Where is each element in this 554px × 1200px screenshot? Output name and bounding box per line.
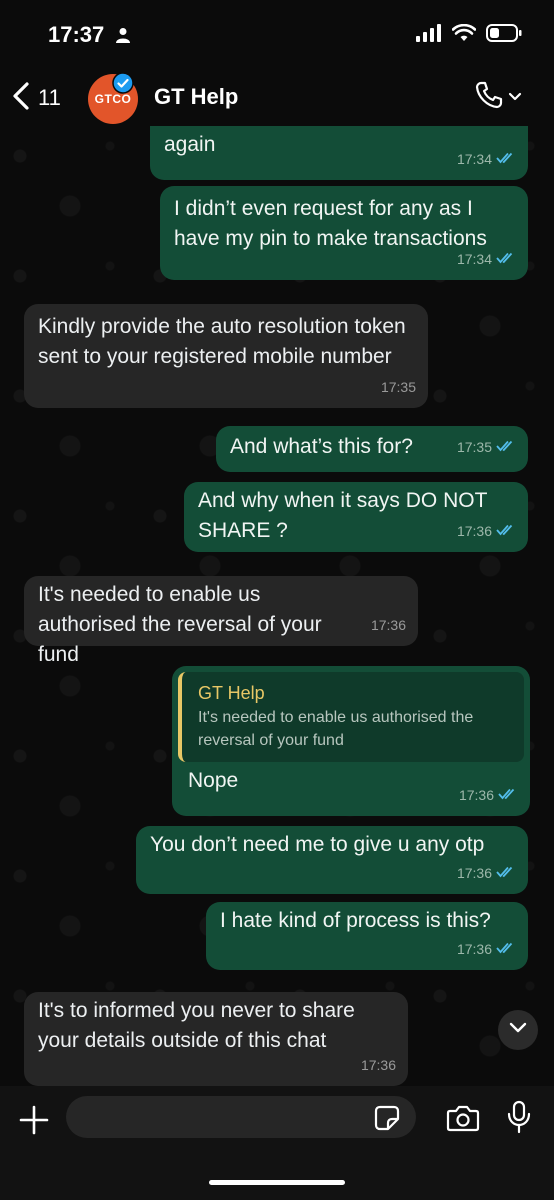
read-ticks-icon	[496, 858, 516, 888]
message-time: 17:36	[456, 865, 492, 881]
quoted-message[interactable]: GT Help It's needed to enable us authori…	[178, 672, 524, 762]
message-text: It's needed to enable us authorised the …	[38, 583, 322, 666]
message-meta: 17:36	[459, 780, 518, 810]
signal-icon	[416, 24, 442, 47]
message-time: 17:34	[456, 251, 492, 267]
message-bubble[interactable]: Token has expired since over 1yrs again …	[150, 126, 528, 180]
reply-message-bubble[interactable]: GT Help It's needed to enable us authori…	[172, 666, 530, 816]
unread-count: 11	[38, 85, 61, 110]
person-icon	[116, 27, 130, 48]
avatar-logo-text: GTCO	[94, 92, 132, 106]
message-bubble[interactable]: It's to informed you never to share your…	[24, 992, 408, 1086]
message-meta: 17:35	[381, 372, 416, 402]
read-ticks-icon	[496, 144, 516, 174]
message-meta: 17:36	[457, 516, 516, 546]
message-meta: 17:34	[457, 244, 516, 274]
message-time: 17:35	[380, 379, 416, 395]
message-time: 17:36	[456, 941, 492, 957]
back-chevron-icon	[10, 81, 32, 116]
message-meta: 17:36	[361, 1050, 396, 1080]
message-text: Token has expired since over 1yrs again	[164, 133, 216, 156]
message-meta: 17:34	[457, 144, 516, 174]
message-input[interactable]	[66, 1096, 416, 1138]
read-ticks-icon	[496, 934, 516, 964]
read-ticks-icon	[498, 780, 518, 810]
message-meta: 17:35	[457, 432, 516, 462]
message-text: And what’s this for?	[230, 435, 413, 458]
contact-name[interactable]: GT Help	[154, 84, 238, 110]
read-ticks-icon	[496, 516, 516, 546]
battery-icon	[486, 24, 522, 47]
wifi-icon	[451, 23, 477, 47]
plus-icon[interactable]	[18, 1104, 50, 1136]
message-bubble[interactable]: And why when it says DO NOT SHARE ? 17:3…	[184, 482, 528, 552]
phone-icon	[474, 80, 504, 115]
message-bubble[interactable]: And what’s this for? 17:35	[216, 426, 528, 472]
message-bubble[interactable]: It's needed to enable us authorised the …	[24, 576, 418, 666]
message-text: Nope	[188, 769, 239, 792]
call-button[interactable]	[474, 80, 522, 115]
message-bubble[interactable]: You don’t need me to give u any otp 17:3…	[136, 826, 528, 894]
composer-bar	[0, 1086, 554, 1200]
message-list[interactable]: Token has expired since over 1yrs again …	[0, 126, 554, 1086]
message-text: You don’t need me to give u any otp	[150, 833, 485, 856]
message-text: It's to informed you never to share your…	[38, 999, 355, 1052]
message-time: 17:36	[458, 787, 494, 803]
message-text: And why when it says DO NOT SHARE ?	[198, 489, 488, 542]
quoted-author: GT Help	[198, 683, 265, 703]
status-indicators	[416, 23, 522, 47]
scroll-to-bottom-button[interactable]	[498, 1010, 538, 1050]
message-meta: 17:36	[457, 858, 516, 888]
back-button[interactable]: 11	[10, 78, 61, 118]
home-indicator	[209, 1180, 345, 1185]
status-time: 17:37	[48, 22, 105, 47]
message-time: 17:36	[456, 523, 492, 539]
microphone-icon[interactable]	[506, 1100, 532, 1139]
message-meta: 17:36	[371, 610, 406, 640]
message-bubble[interactable]: Kindly provide the auto resolution token…	[24, 304, 428, 408]
chat-header: 11 GTCO GT Help	[0, 70, 554, 126]
message-bubble[interactable]: I hate kind of process is this? 17:36	[206, 902, 528, 970]
message-text: I hate kind of process is this?	[220, 909, 491, 932]
verified-badge-icon	[112, 72, 134, 94]
message-time: 17:35	[456, 439, 492, 455]
read-ticks-icon	[496, 432, 516, 462]
quoted-text: It's needed to enable us authorised the …	[198, 709, 474, 749]
chevron-down-icon	[508, 89, 522, 107]
message-text: I didn’t even request for any as I have …	[174, 197, 487, 250]
camera-icon[interactable]	[446, 1104, 480, 1137]
read-ticks-icon	[496, 244, 516, 274]
message-time: 17:34	[456, 151, 492, 167]
message-time: 17:36	[370, 617, 406, 633]
message-time: 17:36	[360, 1057, 396, 1073]
sticker-icon[interactable]	[374, 1105, 400, 1136]
status-bar: 17:37	[0, 0, 554, 70]
message-meta: 17:36	[457, 934, 516, 964]
chevron-down-icon	[509, 1021, 527, 1039]
message-text: Kindly provide the auto resolution token…	[38, 315, 406, 368]
message-bubble[interactable]: I didn’t even request for any as I have …	[160, 186, 528, 280]
